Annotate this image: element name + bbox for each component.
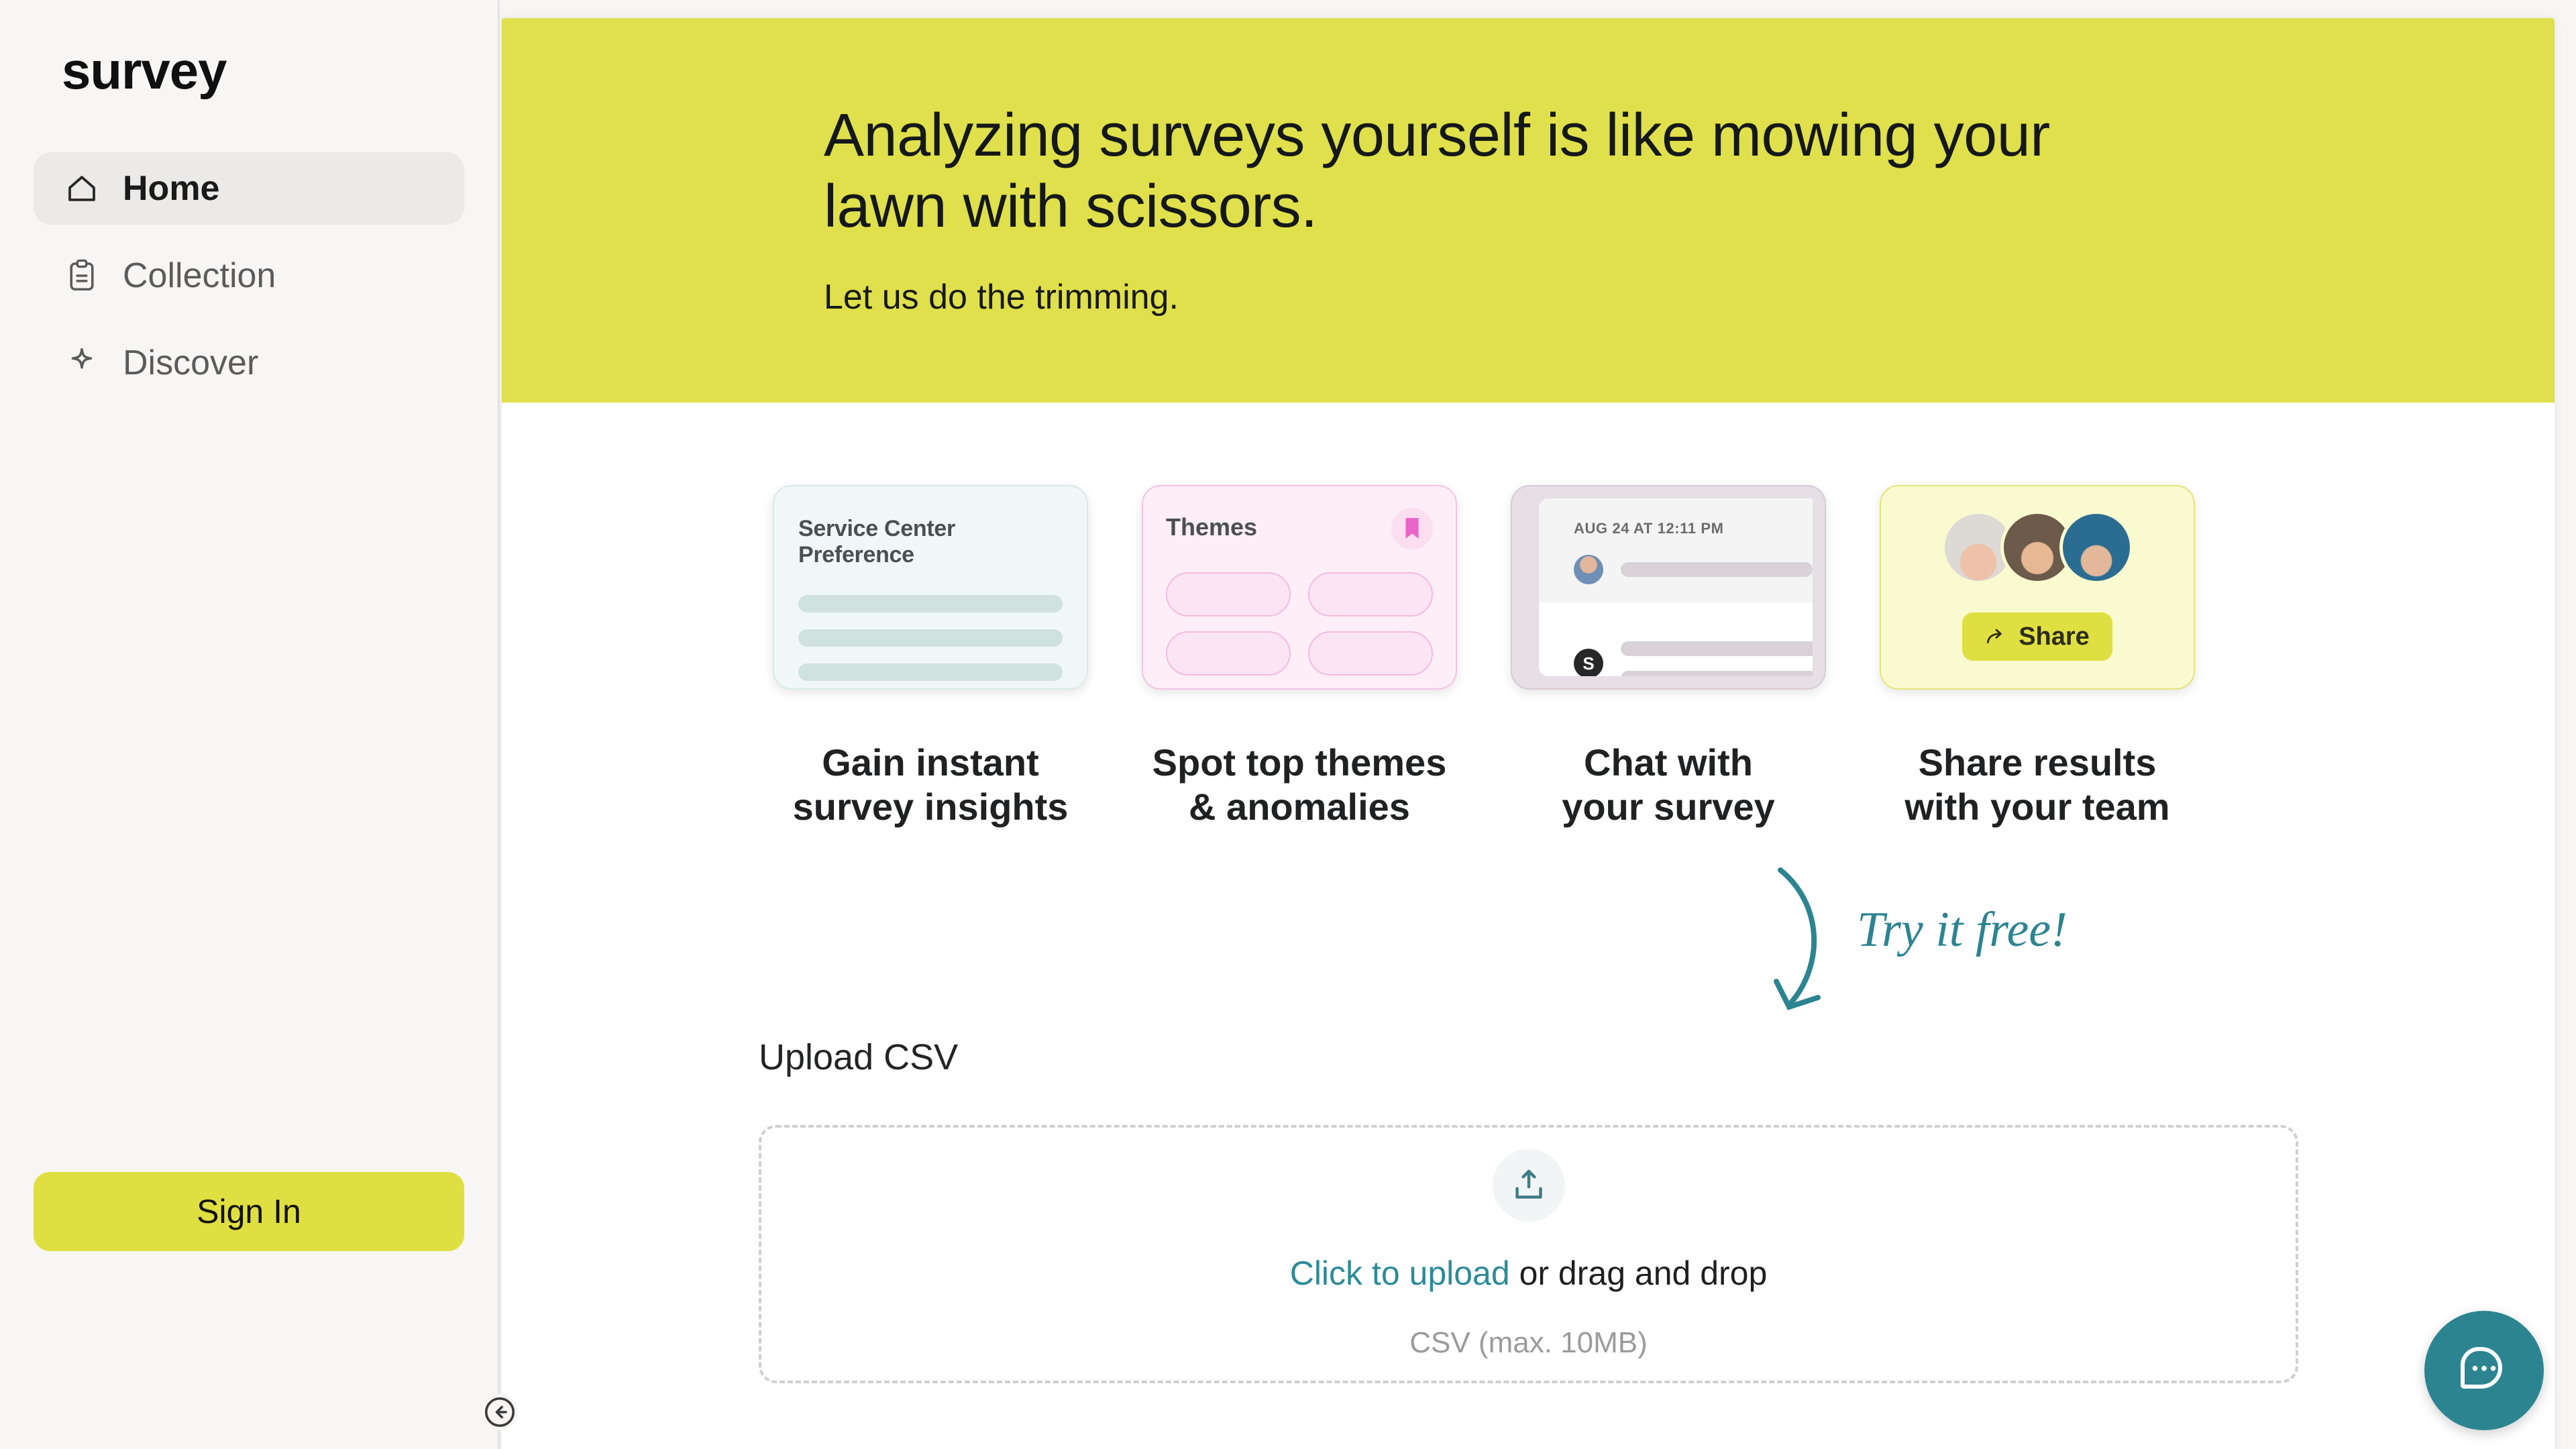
caption-line: with your team bbox=[1904, 785, 2170, 828]
brand-logo[interactable]: survey bbox=[62, 40, 498, 101]
skeleton-bar bbox=[798, 663, 1063, 681]
clipboard-icon bbox=[64, 258, 100, 294]
bookmark-icon bbox=[1391, 508, 1433, 549]
insights-card-title: Service Center Preference bbox=[798, 516, 955, 568]
chat-row: S bbox=[1574, 641, 1813, 676]
page-title: Analyzing surveys yourself is like mowin… bbox=[824, 102, 2050, 241]
themes-header: Themes bbox=[1166, 508, 1433, 549]
theme-chip-grid bbox=[1166, 572, 1433, 676]
upload-section-label: Upload CSV bbox=[759, 1037, 959, 1078]
chat-message-agent: S bbox=[1539, 602, 1813, 676]
curved-arrow-down-icon: Try it free! bbox=[1774, 867, 2068, 1010]
feature-caption: Gain instant survey insights bbox=[793, 741, 1069, 828]
caption-line: Spot top themes bbox=[1152, 741, 1447, 784]
chat-timestamp: AUG 24 AT 12:11 PM bbox=[1574, 520, 1724, 537]
caption-line: Gain instant bbox=[822, 741, 1039, 784]
skeleton-stack bbox=[1621, 641, 1813, 676]
chat-row bbox=[1574, 555, 1813, 584]
feature-caption: Spot top themes & anomalies bbox=[1152, 741, 1447, 828]
avatar-group bbox=[1941, 511, 2133, 584]
feature-card-chat: AUG 24 AT 12:11 PM S Chat with your surv… bbox=[1511, 485, 1826, 828]
skeleton-line bbox=[1621, 671, 1813, 676]
skeleton-line bbox=[1621, 641, 1813, 656]
feature-art-insights: Service Center Preference bbox=[773, 485, 1088, 690]
feature-card-share: Share Share results with your team bbox=[1880, 485, 2195, 828]
chat-message-user: AUG 24 AT 12:11 PM bbox=[1539, 498, 1813, 602]
signin-container: Sign In bbox=[34, 1172, 464, 1251]
feature-caption: Share results with your team bbox=[1904, 741, 2169, 828]
hero-subtitle: Let us do the trimming. bbox=[824, 278, 1179, 317]
skeleton-bar bbox=[798, 595, 1063, 612]
dropzone-primary-text: Click to upload or drag and drop bbox=[1290, 1254, 1768, 1293]
hero-banner: Analyzing surveys yourself is like mowin… bbox=[502, 18, 2555, 402]
skeleton-bar bbox=[798, 629, 1063, 647]
sidebar-item-discover[interactable]: Discover bbox=[34, 327, 464, 399]
hero-inner: Analyzing surveys yourself is like mowin… bbox=[502, 100, 2112, 317]
avatar bbox=[2059, 511, 2133, 584]
sidebar-item-collection[interactable]: Collection bbox=[34, 239, 464, 312]
feature-art-themes: Themes bbox=[1142, 485, 1457, 690]
app-root: survey Home Collection Discover Sign In … bbox=[0, 0, 2576, 1449]
feature-card-insights: Service Center Preference Gain instant s… bbox=[773, 485, 1088, 828]
feature-art-chat: AUG 24 AT 12:11 PM S bbox=[1511, 485, 1826, 690]
chat-dots-icon bbox=[2461, 1347, 2502, 1389]
caption-line: Share results bbox=[1918, 741, 2157, 784]
share-arrow-icon bbox=[1987, 629, 2002, 643]
caption-line: Chat with bbox=[1584, 741, 1753, 784]
sidebar-item-label: Discover bbox=[123, 343, 259, 382]
themes-card-title: Themes bbox=[1166, 513, 1258, 541]
click-to-upload-link[interactable]: Click to upload bbox=[1290, 1254, 1510, 1292]
upload-tray-icon bbox=[1492, 1148, 1565, 1222]
sidebar-collapse-button[interactable] bbox=[482, 1394, 518, 1430]
caption-line: & anomalies bbox=[1189, 785, 1410, 828]
sidebar-item-label: Collection bbox=[123, 256, 276, 295]
sidebar-item-label: Home bbox=[123, 169, 220, 208]
feature-card-themes: Themes Spot top themes & anomalies bbox=[1142, 485, 1457, 828]
feature-caption: Chat with your survey bbox=[1562, 741, 1775, 828]
dropzone-rest-text: or drag and drop bbox=[1509, 1254, 1768, 1292]
chat-window-mock: AUG 24 AT 12:11 PM S bbox=[1539, 498, 1813, 676]
theme-chip bbox=[1166, 572, 1291, 616]
theme-chip bbox=[1308, 631, 1433, 676]
arrow-left-circle-icon bbox=[484, 1397, 515, 1428]
agent-avatar: S bbox=[1574, 649, 1603, 676]
sparkle-icon bbox=[64, 345, 100, 381]
home-icon bbox=[64, 170, 100, 207]
main-content: Analyzing surveys yourself is like mowin… bbox=[500, 0, 2576, 1449]
annotation-text: Try it free! bbox=[1857, 902, 2068, 957]
theme-chip bbox=[1166, 631, 1291, 676]
try-it-free-annotation: Try it free! bbox=[1756, 855, 2132, 1023]
sidebar-item-home[interactable]: Home bbox=[34, 152, 464, 225]
dropzone-hint: CSV (max. 10MB) bbox=[1409, 1326, 1648, 1359]
sidebar: survey Home Collection Discover Sign In bbox=[0, 0, 518, 1449]
sidebar-nav: Home Collection Discover bbox=[0, 152, 498, 399]
caption-line: your survey bbox=[1562, 785, 1775, 828]
sign-in-button[interactable]: Sign In bbox=[34, 1172, 464, 1251]
feature-art-share: Share bbox=[1880, 485, 2195, 690]
caption-line: survey insights bbox=[792, 785, 1069, 828]
share-button-label: Share bbox=[2019, 622, 2090, 651]
upload-section: Upload CSV Click to upload or drag and d… bbox=[502, 1036, 2555, 1384]
file-dropzone[interactable]: Click to upload or drag and drop CSV (ma… bbox=[759, 1125, 2298, 1384]
page-card: Analyzing surveys yourself is like mowin… bbox=[502, 18, 2555, 1449]
feature-list: Service Center Preference Gain instant s… bbox=[502, 402, 2555, 828]
skeleton-line bbox=[1621, 562, 1813, 577]
chat-support-button[interactable] bbox=[2424, 1311, 2544, 1430]
share-button[interactable]: Share bbox=[1962, 612, 2112, 661]
avatar bbox=[1574, 555, 1603, 584]
theme-chip bbox=[1308, 572, 1433, 616]
